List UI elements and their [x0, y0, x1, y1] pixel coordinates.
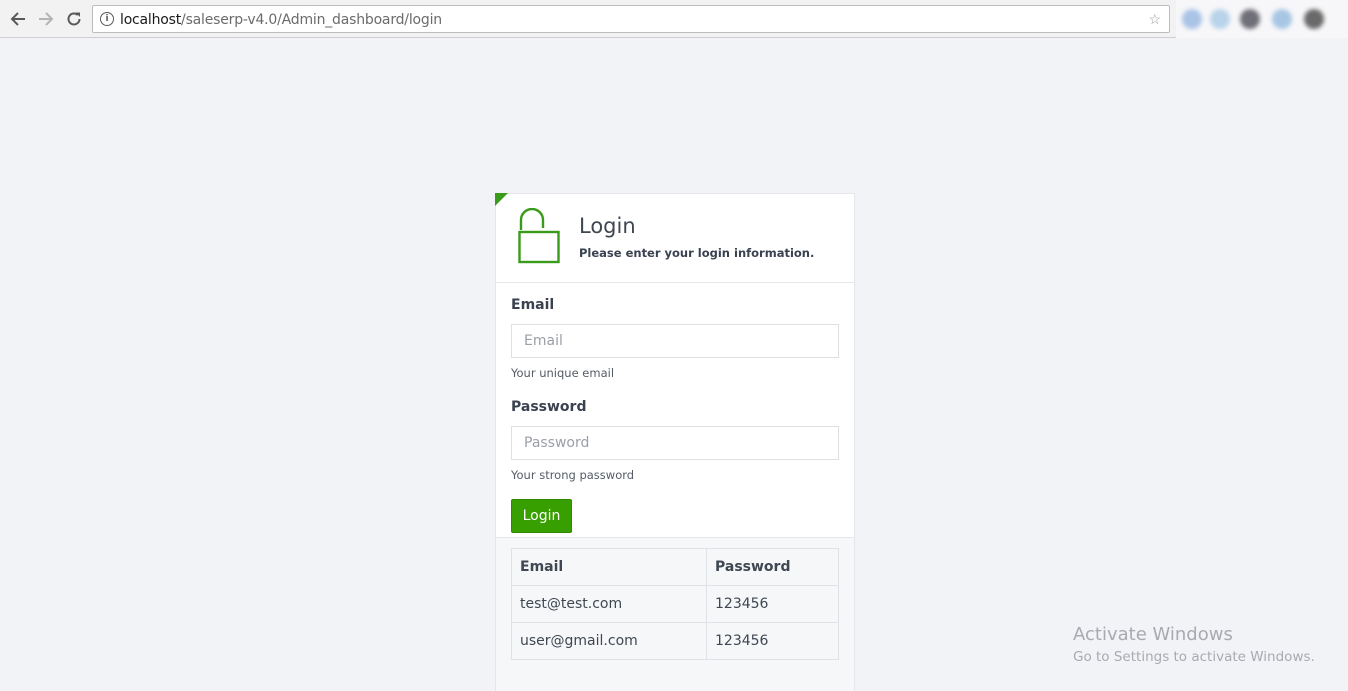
extension-icon[interactable]: [1182, 9, 1202, 29]
table-row[interactable]: test@test.com 123456: [511, 585, 839, 623]
demo-credentials-panel: Email Password test@test.com 123456 user…: [496, 538, 854, 691]
password-help-text: Your strong password: [511, 468, 635, 482]
url-text[interactable]: localhost/saleserp-v4.0/Admin_dashboard/…: [120, 12, 442, 28]
windows-activation-watermark: Activate Windows Go to Settings to activ…: [1073, 624, 1315, 665]
url-path: /saleserp-v4.0/Admin_dashboard/login: [181, 12, 442, 28]
cred-password-cell[interactable]: 123456: [706, 585, 839, 623]
url-host: localhost: [120, 12, 182, 28]
browser-toolbar: i localhost/saleserp-v4.0/Admin_dashboar…: [0, 0, 1348, 38]
address-bar[interactable]: i localhost/saleserp-v4.0/Admin_dashboar…: [92, 5, 1170, 33]
watermark-title: Activate Windows: [1073, 624, 1233, 645]
login-card: Login Please enter your login informatio…: [495, 193, 855, 691]
profile-avatar-icon[interactable]: [1304, 9, 1324, 29]
extension-icon[interactable]: [1272, 9, 1292, 29]
extension-icon[interactable]: [1240, 9, 1260, 29]
cred-email-cell[interactable]: user@gmail.com: [511, 622, 707, 660]
bookmark-star-icon[interactable]: ☆: [1148, 11, 1161, 28]
login-header: Login Please enter your login informatio…: [496, 194, 854, 283]
cred-email-cell[interactable]: test@test.com: [511, 585, 707, 623]
email-label: Email: [511, 297, 555, 313]
email-column-header: Email: [511, 548, 707, 586]
table-header-row: Email Password: [511, 548, 839, 586]
forward-arrow-icon[interactable]: [36, 9, 56, 29]
watermark-subtitle: Go to Settings to activate Windows.: [1073, 649, 1315, 665]
extensions-area: [1176, 0, 1348, 38]
password-label: Password: [511, 399, 587, 415]
credentials-table: Email Password test@test.com 123456 user…: [511, 548, 839, 660]
table-row[interactable]: user@gmail.com 123456: [511, 622, 839, 660]
login-form: Email Your unique email Password Your st…: [511, 297, 839, 533]
login-title: Login: [579, 214, 636, 238]
email-help-text: Your unique email: [511, 366, 615, 380]
info-icon[interactable]: i: [100, 12, 114, 26]
password-column-header: Password: [706, 548, 839, 586]
email-input[interactable]: [511, 324, 839, 358]
back-arrow-icon[interactable]: [8, 9, 28, 29]
password-input[interactable]: [511, 426, 839, 460]
login-subtitle: Please enter your login information.: [579, 246, 815, 260]
reload-icon[interactable]: [64, 9, 84, 29]
cred-password-cell[interactable]: 123456: [706, 622, 839, 660]
login-button[interactable]: Login: [511, 499, 572, 533]
extension-icon[interactable]: [1210, 9, 1230, 29]
unlock-icon: [518, 208, 560, 264]
